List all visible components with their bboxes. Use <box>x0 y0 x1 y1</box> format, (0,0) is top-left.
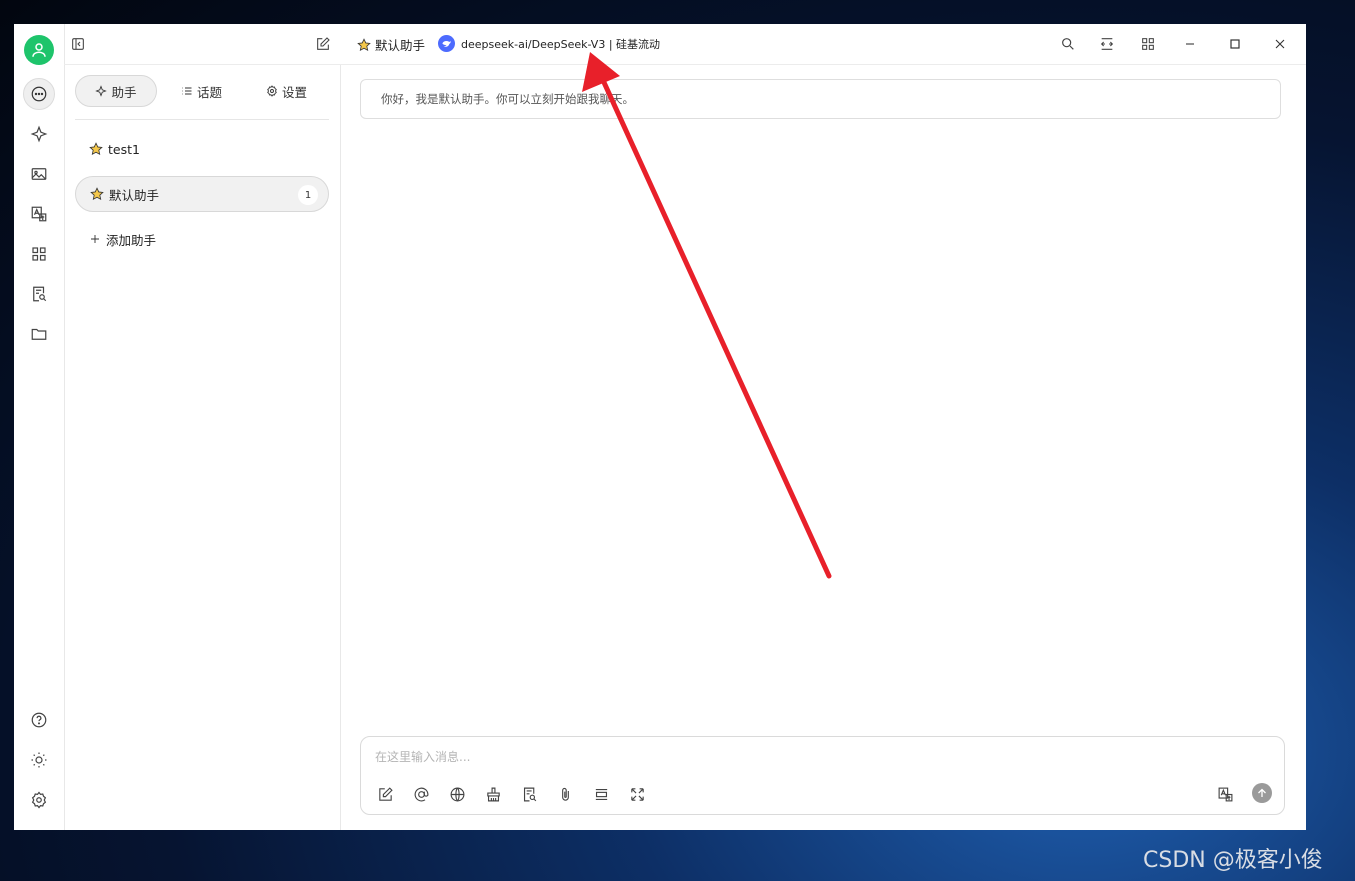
apps-nav-button[interactable] <box>23 238 55 270</box>
assistant-greeting-message: 你好，我是默认助手。你可以立刻开始跟我聊天。 <box>360 79 1281 119</box>
knowledge-nav-button[interactable] <box>23 278 55 310</box>
add-assistant-label: 添加助手 <box>106 232 157 248</box>
model-label: deepseek-ai/DeepSeek-V3 | 硅基流动 <box>461 37 661 51</box>
list-icon <box>182 87 192 95</box>
agents-nav-button[interactable] <box>23 118 55 150</box>
watermark: CSDN @极客小俊 <box>1143 848 1323 873</box>
layout-button[interactable] <box>1099 36 1115 52</box>
files-nav-button[interactable] <box>23 318 55 350</box>
title-bar: 默认助手 deepseek-ai/DeepSeek-V3 | 硅基流动 <box>64 24 1306 65</box>
maximize-button[interactable] <box>1227 36 1243 52</box>
help-button[interactable] <box>23 704 55 736</box>
minimize-button[interactable] <box>1182 36 1198 52</box>
attach-tool[interactable] <box>555 784 575 804</box>
toggle-sidebar-button[interactable] <box>70 36 86 52</box>
folder-icon <box>31 328 47 340</box>
gear-icon <box>31 791 47 809</box>
close-button[interactable] <box>1272 36 1288 52</box>
expand-horizontal-icon <box>1100 38 1114 50</box>
translate-icon <box>31 206 47 222</box>
add-assistant-button[interactable]: 添加助手 <box>75 221 329 257</box>
icon-rail <box>14 24 65 830</box>
gear-icon <box>267 85 277 97</box>
theme-toggle-button[interactable] <box>23 744 55 776</box>
user-avatar[interactable] <box>24 35 54 65</box>
translate-tool[interactable] <box>1215 784 1235 804</box>
search-button[interactable] <box>1060 36 1076 52</box>
chat-nav-button[interactable] <box>23 78 55 110</box>
whale-icon <box>442 40 451 47</box>
maximize-icon <box>1230 39 1240 49</box>
current-assistant[interactable]: 默认助手 <box>357 35 425 54</box>
user-icon <box>32 43 46 57</box>
search-icon <box>1062 38 1074 50</box>
sparkle-icon <box>30 125 48 143</box>
arrow-up-icon <box>1258 788 1266 797</box>
close-icon <box>1275 39 1285 49</box>
new-topic-button[interactable] <box>315 36 331 52</box>
message-composer <box>360 736 1285 815</box>
message-input[interactable] <box>375 747 1255 767</box>
new-topic-tool[interactable] <box>375 784 395 804</box>
topic-count-badge: 1 <box>298 185 318 205</box>
app-window: 默认助手 deepseek-ai/DeepSeek-V3 | 硅基流动 助手 话… <box>14 24 1306 830</box>
star-icon <box>89 142 103 156</box>
broom-icon <box>486 787 500 801</box>
assistant-item-test1[interactable]: test1 <box>75 131 329 167</box>
plus-icon <box>91 235 99 243</box>
help-icon <box>31 712 47 728</box>
image-nav-button[interactable] <box>23 158 55 190</box>
star-icon <box>357 37 371 51</box>
send-button[interactable] <box>1252 783 1272 803</box>
globe-icon <box>450 787 464 801</box>
context-tool[interactable] <box>591 784 611 804</box>
tab-label: 助手 <box>111 84 137 100</box>
edit-icon <box>317 37 330 50</box>
mention-tool[interactable] <box>411 784 431 804</box>
apps-button[interactable] <box>1140 36 1156 52</box>
knowledge-tool[interactable] <box>519 784 539 804</box>
sparkle-icon <box>95 85 108 97</box>
expand-tool[interactable] <box>627 784 647 804</box>
assistant-item-label: 默认助手 <box>109 187 160 203</box>
tab-label: 设置 <box>282 84 308 100</box>
assistant-name: 默认助手 <box>375 38 426 53</box>
chat-bubble-icon <box>31 86 47 102</box>
translate-nav-button[interactable] <box>23 198 55 230</box>
assistant-item-label: test1 <box>108 141 140 157</box>
assistant-panel: 助手 话题 设置 test1 默认助手 1 添加助手 <box>65 65 341 830</box>
sidebar-collapse-icon <box>72 38 84 50</box>
assistant-item-default[interactable]: 默认助手 1 <box>75 176 329 212</box>
web-search-tool[interactable] <box>447 784 467 804</box>
paperclip-icon <box>561 787 569 801</box>
doc-search-icon <box>33 286 47 302</box>
grid-icon <box>1142 38 1154 50</box>
tab-assistants[interactable]: 助手 <box>75 75 157 107</box>
model-selector[interactable]: deepseek-ai/DeepSeek-V3 | 硅基流动 <box>438 35 660 52</box>
doc-search-icon <box>523 787 536 801</box>
panel-tabs: 助手 话题 设置 <box>75 75 329 120</box>
minimize-icon <box>1186 43 1194 45</box>
tab-topics[interactable]: 话题 <box>181 75 222 107</box>
tab-settings[interactable]: 设置 <box>266 75 307 107</box>
settings-button[interactable] <box>23 784 55 816</box>
grid-icon <box>32 247 46 261</box>
star-icon <box>90 187 104 201</box>
edit-icon <box>378 786 393 801</box>
divider-icon <box>595 788 607 800</box>
chat-area: 你好，我是默认助手。你可以立刻开始跟我聊天。 <box>341 65 1306 830</box>
deepseek-logo-icon <box>438 35 455 52</box>
tab-label: 话题 <box>197 84 223 100</box>
image-icon <box>31 168 47 180</box>
clear-tool[interactable] <box>483 784 503 804</box>
translate-icon <box>1218 787 1232 801</box>
expand-icon <box>630 787 644 801</box>
at-icon <box>414 787 428 801</box>
sun-icon <box>31 752 47 768</box>
